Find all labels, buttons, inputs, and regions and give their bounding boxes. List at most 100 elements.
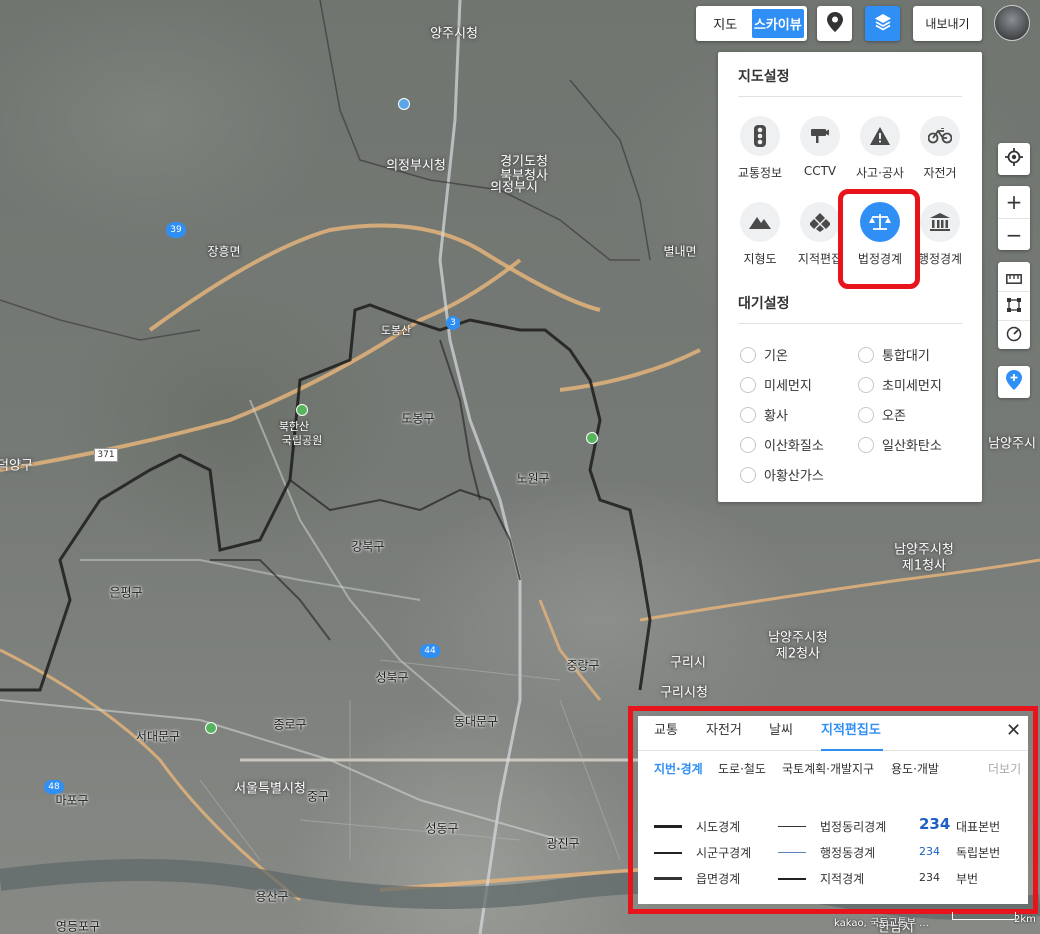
legend-row: 법정동리경계	[778, 818, 886, 835]
legend-tab-bicycle[interactable]: 자전거	[706, 716, 742, 751]
air-settings-title: 대기설정	[738, 296, 790, 312]
map-item-bicycle[interactable]: 자전거	[908, 116, 972, 181]
avatar[interactable]	[994, 5, 1030, 41]
radio-label: 기온	[764, 349, 788, 364]
radio-circle	[858, 376, 874, 393]
air-radio-temperature[interactable]: 기온	[740, 345, 788, 364]
air-radio-pm10[interactable]: 미세먼지	[740, 375, 812, 394]
area-icon	[1006, 294, 1022, 318]
radio-circle	[858, 346, 874, 363]
legend-subtab-lot-boundary[interactable]: 지번·경계	[654, 760, 703, 777]
district-label: 도봉구	[401, 411, 435, 426]
line-swatch	[778, 877, 806, 880]
radio-label: 초미세먼지	[882, 379, 942, 394]
district-label: 성동구	[425, 821, 459, 836]
map-item-label: CCTV	[803, 164, 837, 178]
current-location-control	[998, 143, 1030, 175]
legend-panel: 교통 자전거 날씨 지적편집도 ✕ 지번·경계 도로·철도 국토계획·개발지구 …	[638, 716, 1028, 904]
district-label: 마포구	[55, 793, 89, 808]
map-item-label: 사고·공사	[856, 166, 904, 180]
legend-row: 읍면경계	[654, 870, 740, 887]
air-radio-cai[interactable]: 통합대기	[858, 345, 930, 364]
map-type-map[interactable]: 지도	[699, 9, 752, 38]
add-place-control	[998, 366, 1030, 398]
legend-label: 시도경계	[696, 820, 741, 834]
map-item-accident[interactable]: 사고·공사	[848, 116, 912, 181]
air-radio-so2[interactable]: 아황산가스	[740, 465, 824, 484]
highway-shield: 371	[94, 448, 118, 462]
legend-number-sample: 234	[919, 871, 940, 884]
radio-label: 아황산가스	[764, 469, 824, 484]
current-location-button[interactable]	[998, 143, 1030, 175]
legend-label: 대표본번	[956, 820, 1001, 834]
air-radio-ozone[interactable]: 오존	[858, 405, 906, 424]
district-label: 영등포구	[55, 919, 101, 934]
air-radio-yellow-dust[interactable]: 황사	[740, 405, 788, 424]
legend-tabs: 교통 자전거 날씨 지적편집도 ✕	[638, 716, 1028, 751]
legend-row: 시군구경계	[654, 844, 751, 861]
legend-label: 지적경계	[820, 872, 865, 886]
measure-tools	[998, 262, 1030, 349]
zoom-out-button[interactable]: −	[998, 218, 1030, 250]
legend-label: 부번	[956, 872, 979, 886]
roadview-button[interactable]	[817, 6, 852, 41]
add-place-button[interactable]	[998, 366, 1030, 398]
radio-label: 오존	[882, 409, 906, 424]
map-type-skyview[interactable]: 스카이뷰	[751, 9, 804, 38]
legend-label: 행정동경계	[820, 846, 876, 860]
radio-label: 통합대기	[882, 349, 930, 364]
route-shield: 3	[446, 316, 460, 330]
legend-row: 행정동경계	[778, 844, 875, 861]
legend-tab-weather[interactable]: 날씨	[769, 716, 793, 751]
divider	[738, 323, 962, 324]
map-label: 의정부시	[490, 180, 538, 196]
compass-icon	[1006, 323, 1022, 347]
line-swatch	[654, 877, 682, 880]
district-label: 용산구	[255, 889, 289, 904]
legend-subtab-road-rail[interactable]: 도로·철도	[718, 760, 766, 777]
radio-circle	[740, 376, 756, 393]
map-item-terrain[interactable]: 지형도	[728, 202, 792, 267]
divider	[738, 96, 962, 97]
map-item-cctv[interactable]: CCTV	[788, 116, 852, 178]
air-radio-no2[interactable]: 이산화질소	[740, 435, 824, 454]
location-pin-icon	[826, 11, 843, 36]
area-tool-button[interactable]	[998, 291, 1030, 320]
more-link[interactable]: 더보기	[988, 760, 1021, 777]
legend-subtab-land-use[interactable]: 용도·개발	[891, 760, 939, 777]
distance-tool-button[interactable]	[998, 262, 1030, 291]
map-item-label: 지형도	[743, 252, 777, 266]
radio-circle	[858, 406, 874, 423]
radio-label: 미세먼지	[764, 379, 812, 394]
map-label: 덕양구	[0, 458, 33, 474]
park-marker-icon	[205, 722, 217, 734]
legend-number-sample: 234	[919, 815, 951, 833]
map-label: 도봉산	[380, 324, 412, 337]
map-settings-title: 지도설정	[738, 69, 790, 85]
radius-tool-button[interactable]	[998, 320, 1030, 349]
warning-icon	[860, 116, 900, 156]
district-label: 중구	[306, 789, 330, 804]
route-shield: 44	[420, 644, 440, 658]
air-radio-co[interactable]: 일산화탄소	[858, 435, 942, 454]
air-radio-pm25[interactable]: 초미세먼지	[858, 375, 942, 394]
export-button[interactable]: 내보내기	[913, 6, 982, 41]
ruler-icon	[1006, 265, 1022, 289]
zoom-in-button[interactable]: +	[998, 186, 1030, 218]
district-label: 동대문구	[453, 714, 499, 729]
legend-tab-cadastral[interactable]: 지적편집도	[821, 716, 883, 751]
map-label: 의정부시청	[386, 158, 446, 174]
map-label: 제2청사	[775, 646, 821, 662]
map-item-traffic[interactable]: 교통정보	[728, 116, 792, 181]
legend-tab-traffic[interactable]: 교통	[654, 716, 678, 751]
legend-subtab-land-planning[interactable]: 국토계획·개발지구	[782, 760, 874, 777]
legend-highlight-annotation: 교통 자전거 날씨 지적편집도 ✕ 지번·경계 도로·철도 국토계획·개발지구 …	[628, 706, 1038, 914]
plus-icon: +	[1005, 190, 1023, 214]
highlight-annotation	[838, 189, 920, 289]
radio-label: 일산화탄소	[882, 439, 942, 454]
mountain-icon	[740, 202, 780, 242]
close-icon[interactable]: ✕	[1006, 720, 1021, 741]
map-label: 별내면	[663, 244, 697, 259]
line-swatch	[778, 826, 806, 827]
layers-button[interactable]	[865, 6, 900, 41]
